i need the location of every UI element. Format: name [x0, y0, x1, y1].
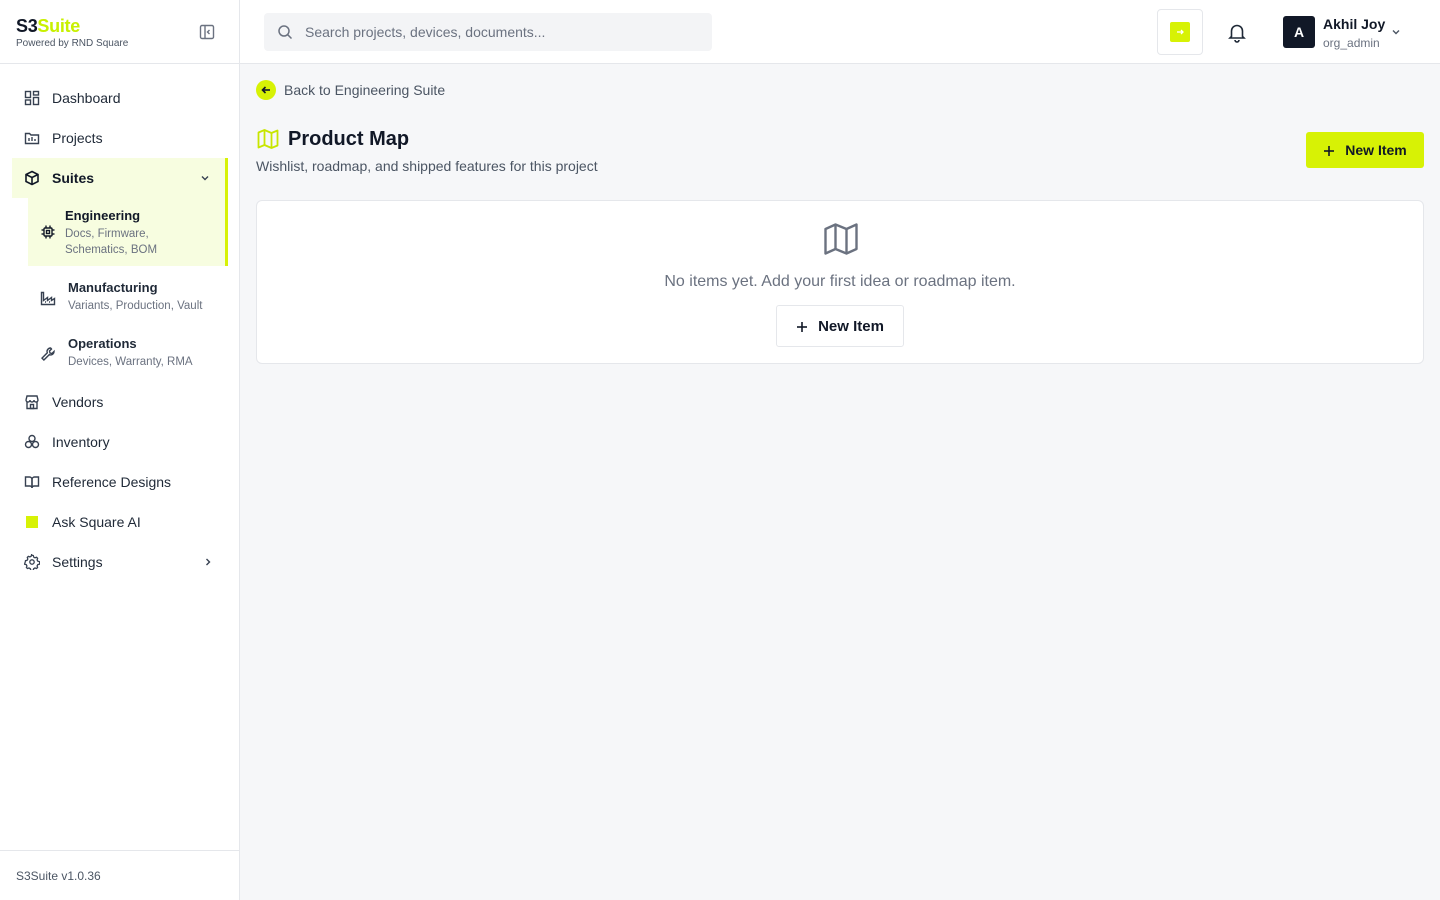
- global-search[interactable]: [264, 13, 712, 51]
- wrench-icon: [40, 346, 56, 362]
- suite-title: Manufacturing: [68, 280, 158, 295]
- new-item-label: New Item: [1345, 142, 1407, 158]
- exit-arrow-icon: [1170, 22, 1190, 42]
- sidebar-item-settings[interactable]: Settings: [12, 542, 228, 582]
- empty-new-item-button[interactable]: New Item: [776, 305, 904, 347]
- brand-header: S3Suite Powered by RND Square: [0, 0, 239, 64]
- sidebar-item-suites[interactable]: Suites: [12, 158, 228, 198]
- suite-description: Variants, Production, Vault: [68, 300, 203, 312]
- user-name: Akhil Joy: [1323, 16, 1386, 32]
- sidebar-item-ask-square-ai[interactable]: Ask Square AI: [12, 502, 228, 542]
- book-icon: [24, 474, 40, 490]
- sidebar-item-label: Suites: [52, 170, 95, 186]
- avatar: A: [1283, 16, 1315, 48]
- sidebar-item-label: Inventory: [52, 434, 110, 450]
- quick-action-button[interactable]: [1157, 9, 1203, 55]
- suite-description: Devices, Warranty, RMA: [68, 356, 193, 368]
- app-logo[interactable]: S3Suite: [16, 16, 80, 36]
- brand-tagline: Powered by RND Square: [16, 38, 129, 49]
- sidebar: S3Suite Powered by RND Square Dashboard …: [0, 0, 240, 900]
- sidebar-nav: Dashboard Projects Suites Engineering Do…: [12, 78, 228, 582]
- notifications-bell-icon[interactable]: [1226, 21, 1248, 43]
- suite-title: Operations: [68, 336, 137, 351]
- chip-icon: [40, 224, 56, 240]
- box-icon: [24, 170, 40, 186]
- sidebar-item-label: Dashboard: [52, 90, 121, 106]
- sidebar-item-projects[interactable]: Projects: [12, 118, 228, 158]
- back-link[interactable]: Back to Engineering Suite: [256, 80, 445, 100]
- sidebar-item-label: Vendors: [52, 394, 104, 410]
- search-input[interactable]: [305, 24, 695, 40]
- user-menu[interactable]: A Akhil Joy org_admin: [1283, 13, 1423, 51]
- sidebar-item-dashboard[interactable]: Dashboard: [12, 78, 228, 118]
- sidebar-item-reference-designs[interactable]: Reference Designs: [12, 462, 228, 502]
- new-item-button[interactable]: New Item: [1306, 132, 1424, 168]
- chevron-down-icon: [199, 171, 211, 183]
- store-icon: [24, 394, 40, 410]
- projects-icon: [24, 130, 40, 146]
- app-version: S3Suite v1.0.36: [0, 850, 239, 900]
- factory-icon: [40, 290, 56, 306]
- chevron-right-icon: [202, 555, 214, 567]
- ai-square-icon: [24, 514, 40, 530]
- plus-icon: [1323, 144, 1335, 156]
- empty-new-item-label: New Item: [818, 317, 884, 335]
- page-header: Product Map: [256, 127, 409, 151]
- suite-description: Schematics, BOM: [65, 244, 158, 256]
- sidebar-subitem-operations[interactable]: Operations Devices, Warranty, RMA: [28, 326, 228, 382]
- sidebar-subitem-engineering[interactable]: Engineering Docs, Firmware, Schematics, …: [28, 198, 228, 266]
- sidebar-item-label: Projects: [52, 130, 103, 146]
- chevron-down-icon: [1390, 25, 1402, 37]
- sidebar-item-vendors[interactable]: Vendors: [12, 382, 228, 422]
- collapse-sidebar-icon[interactable]: [198, 23, 216, 41]
- dashboard-icon: [24, 90, 40, 106]
- sidebar-item-label: Reference Designs: [52, 474, 172, 490]
- search-icon: [277, 24, 293, 40]
- arrow-left-icon: [256, 80, 276, 100]
- sidebar-subitem-manufacturing[interactable]: Manufacturing Variants, Production, Vaul…: [28, 270, 228, 326]
- suite-description: Docs, Firmware,: [65, 228, 149, 240]
- sidebar-item-label: Settings: [52, 554, 103, 570]
- inventory-icon: [24, 434, 40, 450]
- page-title: Product Map: [288, 127, 410, 150]
- sidebar-item-label: Ask Square AI: [52, 514, 141, 530]
- map-icon: [823, 221, 859, 257]
- back-link-label: Back to Engineering Suite: [284, 82, 446, 98]
- sidebar-item-inventory[interactable]: Inventory: [12, 422, 228, 462]
- user-role: org_admin: [1323, 36, 1380, 50]
- page-subtitle: Wishlist, roadmap, and shipped features …: [256, 158, 598, 174]
- empty-state-card: No items yet. Add your first idea or roa…: [256, 200, 1424, 364]
- suite-title: Engineering: [65, 208, 141, 223]
- map-icon: [256, 127, 280, 151]
- gear-icon: [24, 554, 40, 570]
- top-bar: A Akhil Joy org_admin: [240, 0, 1440, 64]
- empty-state-message: No items yet. Add your first idea or roa…: [664, 273, 1016, 290]
- plus-icon: [796, 320, 808, 332]
